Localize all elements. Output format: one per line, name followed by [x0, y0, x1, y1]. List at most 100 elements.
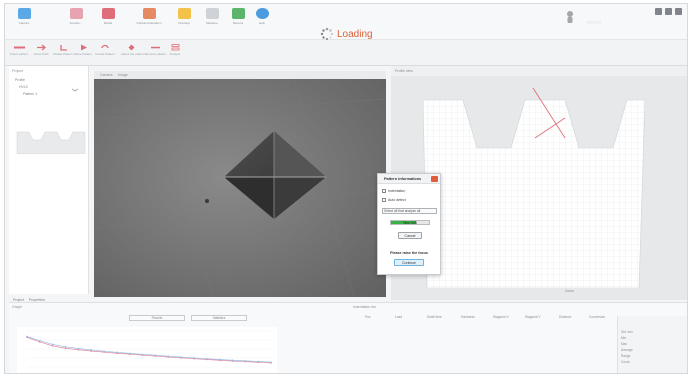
- ribbon-button-optical-indentation[interactable]: Optical Indentation: [129, 8, 169, 25]
- col-pos[interactable]: Pos: [365, 315, 371, 319]
- hardness-chart[interactable]: [17, 327, 277, 373]
- progress-bar: Time 0:05: [390, 220, 430, 225]
- focus-hint: Please raise the focus: [390, 251, 428, 255]
- statistics-button[interactable]: Statistics: [191, 315, 247, 321]
- table-title: Indentation list: [353, 305, 376, 309]
- data-point[interactable]: [231, 359, 234, 362]
- app-window: Capture Acquire... Model Optical Indenta…: [4, 3, 688, 374]
- data-point[interactable]: [270, 361, 272, 363]
- ribbon-subtoolbar: Indent pattern Arrow Path Rotate Pattern…: [5, 40, 687, 66]
- tab-image[interactable]: Image: [118, 73, 128, 77]
- profile-thumbnail[interactable]: [15, 128, 87, 154]
- analysis-select[interactable]: Select all that analyse all: [382, 208, 437, 214]
- sub-button-remove-pattern[interactable]: Remove pattern: [145, 44, 166, 56]
- indentation-checkbox[interactable]: Indentation: [382, 189, 405, 193]
- data-point[interactable]: [64, 347, 67, 350]
- sub-button-create-pattern[interactable]: Create Pattern: [95, 44, 115, 56]
- col-load[interactable]: Load: [395, 315, 402, 319]
- data-point[interactable]: [77, 347, 80, 350]
- person-icon[interactable]: [565, 10, 575, 24]
- ribbon-button-overlays[interactable]: Overlays: [171, 8, 197, 25]
- auto-detect-label: Auto detect: [388, 198, 406, 202]
- tree-item-hv10[interactable]: HV10: [19, 85, 28, 89]
- checkbox-box[interactable]: [382, 189, 386, 193]
- close-icon[interactable]: [431, 176, 438, 182]
- line-icon: [13, 46, 25, 49]
- ribbon-button-help[interactable]: Help: [249, 8, 275, 25]
- data-point[interactable]: [51, 343, 54, 346]
- profile-zoom-label[interactable]: Zoom: [565, 289, 574, 293]
- maximize-icon[interactable]: [665, 8, 672, 15]
- close-icon[interactable]: [675, 8, 682, 15]
- minimize-icon[interactable]: [655, 8, 662, 15]
- checkbox-box[interactable]: [382, 198, 386, 202]
- sub-button-rotate-pattern[interactable]: Rotate Pattern: [53, 44, 73, 56]
- overlay-icon: [177, 8, 191, 19]
- tree-item-pattern[interactable]: Pattern 1: [23, 92, 37, 96]
- chevron-down-icon[interactable]: [71, 88, 79, 92]
- sub-button-indent-pattern[interactable]: Indent pattern: [9, 44, 29, 56]
- col-diagonal-x[interactable]: Diagonal X: [493, 315, 509, 319]
- ribbon: Capture Acquire... Model Optical Indenta…: [5, 4, 687, 40]
- col-dwell-time[interactable]: Dwell time: [427, 315, 442, 319]
- dialog-titlebar: Pattern informations: [378, 174, 440, 184]
- data-point[interactable]: [218, 358, 221, 361]
- col-hardness[interactable]: Hardness: [461, 315, 475, 319]
- ribbon-button-reports[interactable]: Reports: [225, 8, 251, 25]
- continue-button[interactable]: Continue: [394, 259, 424, 266]
- data-point[interactable]: [26, 335, 28, 338]
- rotate-icon: [59, 45, 67, 51]
- results-button[interactable]: Results: [129, 315, 185, 321]
- data-point[interactable]: [180, 356, 182, 358]
- top-right-settings[interactable]: ▢ ▢ ▢ ▢: [587, 20, 601, 24]
- tree-item-profile[interactable]: Profile: [15, 78, 25, 82]
- loading-text: Loading: [337, 28, 373, 40]
- profile-view-title: Profile view: [395, 69, 413, 73]
- pattern-info-dialog: Pattern informations Indentation Auto de…: [377, 173, 441, 275]
- arrow-icon: [36, 44, 46, 51]
- cancel-button[interactable]: Cancel: [398, 232, 422, 239]
- profile-shape[interactable]: [415, 88, 655, 288]
- data-point[interactable]: [64, 346, 67, 348]
- sub-button-analyse[interactable]: Analyse: [165, 44, 185, 56]
- spinner-icon: [320, 27, 334, 40]
- camera-icon: [17, 8, 31, 19]
- data-point[interactable]: [103, 350, 105, 352]
- help-icon: [255, 8, 269, 19]
- col-diagonal-y[interactable]: Diagonal Y: [525, 315, 541, 319]
- data-point[interactable]: [205, 357, 208, 360]
- microscope-image[interactable]: [94, 79, 386, 297]
- stack-icon: [171, 44, 179, 51]
- col-distance[interactable]: Distance: [559, 315, 571, 319]
- sub-button-move-pattern[interactable]: Move Pattern: [73, 44, 93, 56]
- ribbon-button-model[interactable]: Model: [95, 8, 121, 25]
- indentation-image: [94, 79, 386, 297]
- data-point[interactable]: [244, 360, 247, 362]
- ribbon-button-measure[interactable]: Measure: [199, 8, 225, 25]
- stat-row: Max: [621, 342, 628, 346]
- data-point[interactable]: [167, 355, 170, 357]
- model-icon: [101, 8, 115, 19]
- col-conversion[interactable]: Conversion: [589, 315, 605, 319]
- data-point[interactable]: [51, 345, 54, 347]
- play-icon: [80, 44, 87, 51]
- ribbon-button-capture[interactable]: Capture: [11, 8, 37, 25]
- tab-camera[interactable]: Camera: [100, 73, 112, 77]
- report-icon: [231, 8, 245, 19]
- ribbon-button-acquire[interactable]: Acquire...: [63, 8, 89, 25]
- data-point[interactable]: [154, 354, 157, 357]
- stat-row: Count: [621, 360, 630, 364]
- auto-detect-checkbox[interactable]: Auto detect: [382, 198, 406, 202]
- data-point[interactable]: [39, 339, 41, 342]
- statistics-side-panel: Std. dev. Min Max Average Range Count: [617, 316, 687, 373]
- project-panel: Project Profile HV10 Pattern 1: [9, 66, 89, 294]
- target-icon: [128, 44, 134, 51]
- sub-button-arrow-path[interactable]: Arrow Path: [31, 44, 51, 56]
- data-point[interactable]: [128, 352, 131, 355]
- data-point[interactable]: [141, 353, 144, 356]
- data-point[interactable]: [193, 357, 195, 359]
- data-point[interactable]: [257, 360, 259, 363]
- data-point[interactable]: [90, 349, 93, 351]
- sub-button-indent-the-pattern[interactable]: Indent the pattern: [121, 44, 145, 56]
- data-point[interactable]: [116, 351, 118, 354]
